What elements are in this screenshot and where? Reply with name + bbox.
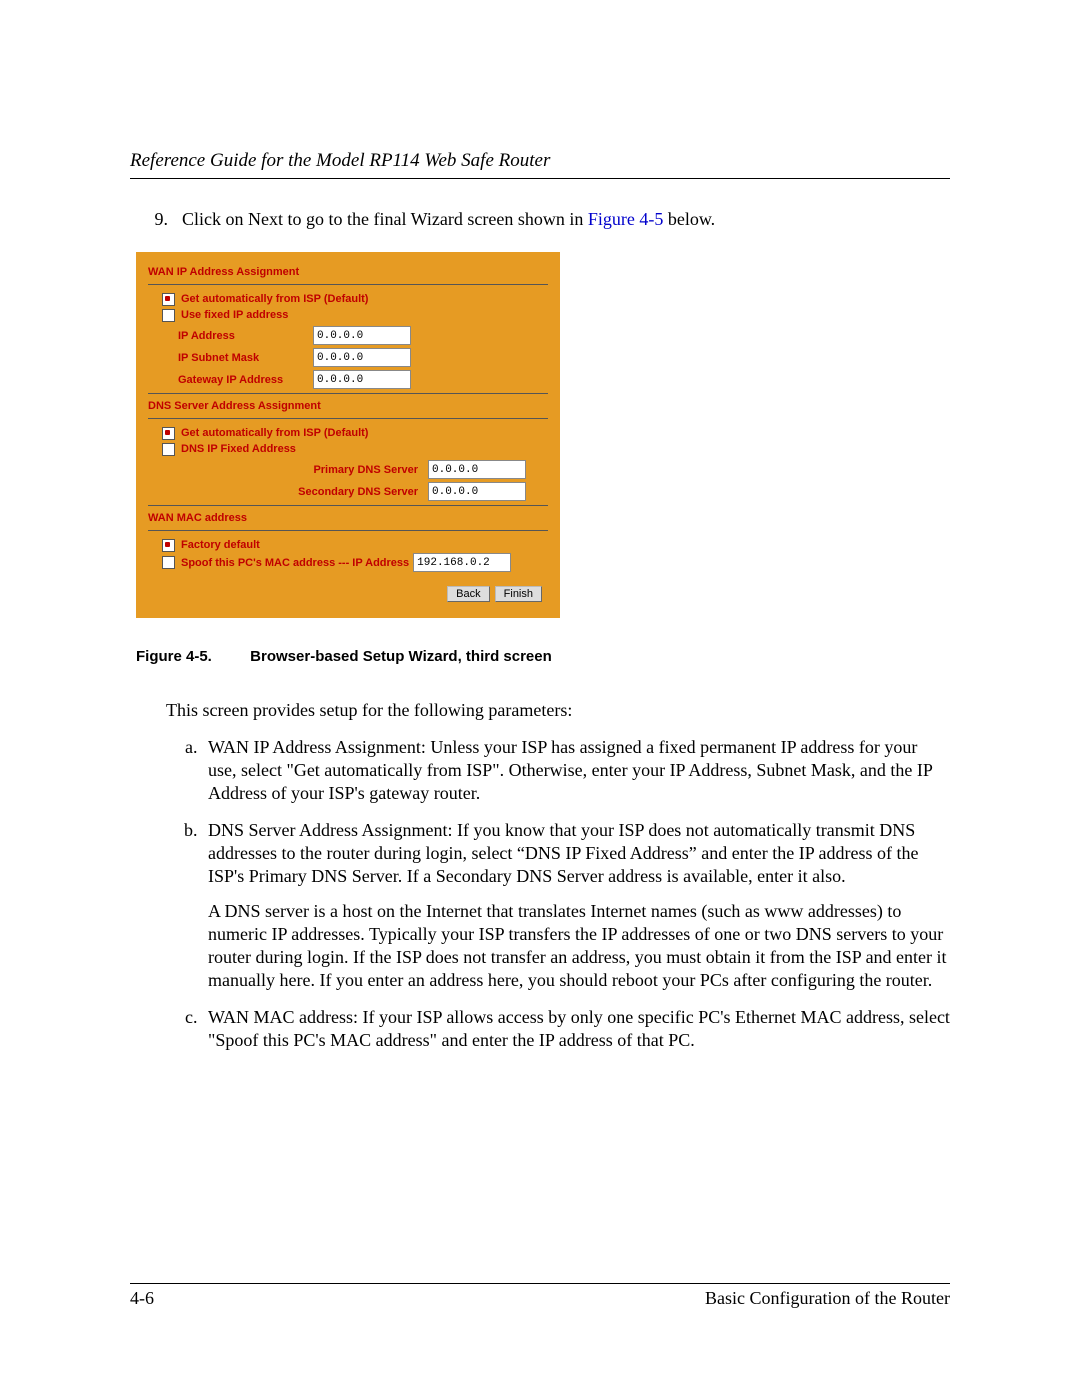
step-text: Click on Next to go to the final Wizard … xyxy=(182,209,950,230)
wan-ip-fixed-label: Use fixed IP address xyxy=(181,307,288,323)
divider xyxy=(148,530,548,531)
radio-selected-icon xyxy=(162,427,175,440)
divider xyxy=(148,418,548,419)
figure-reference-link[interactable]: Figure 4-5 xyxy=(588,209,664,229)
mac-factory-option[interactable]: Factory default xyxy=(162,537,548,553)
dns-fixed-label: DNS IP Fixed Address xyxy=(181,441,296,457)
step-9: 9. Click on Next to go to the final Wiza… xyxy=(130,209,950,230)
step-text-after: below. xyxy=(663,209,715,229)
item-b-text-1: DNS Server Address Assignment: If you kn… xyxy=(208,820,919,886)
primary-dns-label: Primary DNS Server xyxy=(178,464,428,476)
item-a-text: WAN IP Address Assignment: Unless your I… xyxy=(208,737,932,803)
wan-ip-auto-label: Get automatically from ISP (Default) xyxy=(181,291,368,307)
divider xyxy=(148,393,548,394)
dns-section-title: DNS Server Address Assignment xyxy=(148,400,548,412)
radio-selected-icon xyxy=(162,539,175,552)
ip-address-label: IP Address xyxy=(178,330,313,342)
list-item-a: WAN IP Address Assignment: Unless your I… xyxy=(202,736,950,805)
parameter-list: WAN IP Address Assignment: Unless your I… xyxy=(166,736,950,1052)
radio-unselected-icon xyxy=(162,556,175,569)
wan-mac-section-title: WAN MAC address xyxy=(148,512,548,524)
secondary-dns-input[interactable] xyxy=(428,482,526,501)
intro-paragraph: This screen provides setup for the follo… xyxy=(166,699,950,722)
secondary-dns-label: Secondary DNS Server xyxy=(178,486,428,498)
footer-section-title: Basic Configuration of the Router xyxy=(705,1288,950,1309)
subnet-mask-label: IP Subnet Mask xyxy=(178,352,313,364)
finish-button[interactable]: Finish xyxy=(495,586,542,602)
dns-fixed-option[interactable]: DNS IP Fixed Address xyxy=(162,441,548,457)
wan-ip-fixed-option[interactable]: Use fixed IP address xyxy=(162,307,548,323)
dns-auto-label: Get automatically from ISP (Default) xyxy=(181,425,368,441)
mac-spoof-option[interactable]: Spoof this PC's MAC address --- IP Addre… xyxy=(162,553,548,572)
gateway-ip-label: Gateway IP Address xyxy=(178,374,313,386)
mac-spoof-ip-input[interactable] xyxy=(413,553,511,572)
radio-unselected-icon xyxy=(162,443,175,456)
list-item-c: WAN MAC address: If your ISP allows acce… xyxy=(202,1006,950,1052)
footer-page-number: 4-6 xyxy=(130,1288,154,1309)
figure-caption-text: Browser-based Setup Wizard, third screen xyxy=(250,648,552,665)
back-button[interactable]: Back xyxy=(447,586,489,602)
radio-selected-icon xyxy=(162,293,175,306)
gateway-ip-input[interactable] xyxy=(313,370,411,389)
item-b-text-2: A DNS server is a host on the Internet t… xyxy=(208,900,950,992)
wan-ip-auto-option[interactable]: Get automatically from ISP (Default) xyxy=(162,291,548,307)
list-item-b: DNS Server Address Assignment: If you kn… xyxy=(202,819,950,992)
subnet-mask-input[interactable] xyxy=(313,348,411,367)
dns-auto-option[interactable]: Get automatically from ISP (Default) xyxy=(162,425,548,441)
wan-ip-section-title: WAN IP Address Assignment xyxy=(148,266,548,278)
mac-factory-label: Factory default xyxy=(181,537,260,553)
radio-unselected-icon xyxy=(162,309,175,322)
divider xyxy=(148,505,548,506)
page-header-title: Reference Guide for the Model RP114 Web … xyxy=(130,150,950,179)
primary-dns-input[interactable] xyxy=(428,460,526,479)
ip-address-input[interactable] xyxy=(313,326,411,345)
setup-wizard-screenshot: WAN IP Address Assignment Get automatica… xyxy=(136,252,560,618)
mac-spoof-label: Spoof this PC's MAC address --- IP Addre… xyxy=(181,555,409,571)
item-c-text: WAN MAC address: If your ISP allows acce… xyxy=(208,1007,950,1050)
figure-caption: Figure 4-5. Browser-based Setup Wizard, … xyxy=(136,648,950,665)
divider xyxy=(148,284,548,285)
step-number: 9. xyxy=(130,209,182,230)
figure-number: Figure 4-5. xyxy=(136,648,246,665)
step-text-before: Click on Next to go to the final Wizard … xyxy=(182,209,588,229)
